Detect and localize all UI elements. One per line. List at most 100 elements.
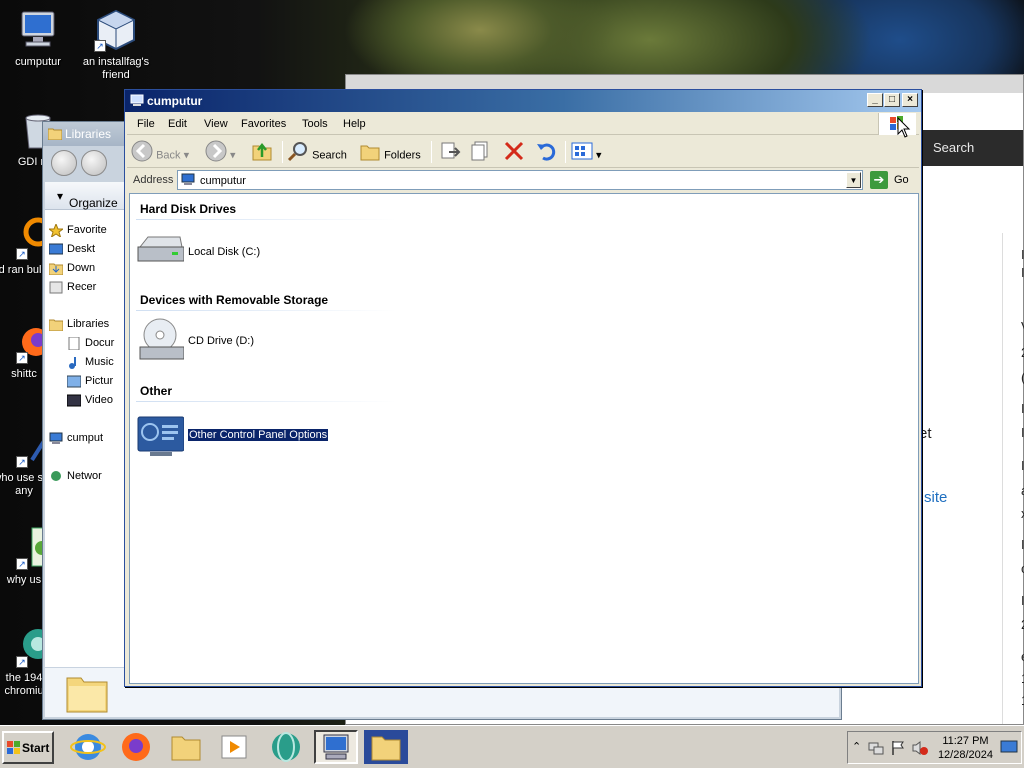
taskbar-internet-explorer[interactable] (66, 730, 110, 764)
explorer-title: cumputur (147, 94, 203, 108)
menu-tools[interactable]: Tools (302, 118, 328, 130)
clock[interactable]: 11:27 PM 12/28/2024 (938, 734, 993, 762)
music-icon (67, 356, 81, 369)
search-button[interactable]: Search (287, 140, 351, 164)
toolbar-separator (282, 141, 283, 163)
drive-local-disk-c[interactable]: Local Disk (C:) (136, 231, 376, 275)
show-hidden-icons-button[interactable]: ⌃ (852, 740, 861, 753)
desktop-icon-computer[interactable]: cumputur (0, 8, 76, 69)
search-label: Search (312, 149, 347, 162)
minimize-button[interactable]: _ (867, 93, 883, 107)
copy-to-icon (469, 140, 491, 171)
copy-to-button[interactable] (469, 140, 493, 164)
browser-partial-link[interactable]: site (924, 489, 947, 506)
delete-button[interactable] (503, 140, 527, 164)
system-tray: ⌃ 11:27 PM 12/28/2024 (847, 731, 1022, 764)
menu-file[interactable]: File (137, 118, 155, 130)
folders-button[interactable]: Folders (359, 140, 425, 164)
control-panel-icon (136, 414, 185, 458)
volume-muted-icon[interactable] (912, 740, 928, 756)
folder-icon (371, 736, 401, 761)
desktop-icon-installfag[interactable]: ↗ an installfag's friend (78, 8, 154, 82)
up-folder-icon (251, 140, 273, 171)
forward-arrow-icon (205, 140, 227, 171)
nav-item-libraries[interactable]: Libraries (48, 318, 109, 332)
nav-item-downloads[interactable]: Down (48, 262, 95, 276)
taskbar-globe[interactable] (264, 730, 308, 764)
folder-icon (48, 128, 62, 140)
up-folder-button[interactable] (251, 140, 277, 164)
nav-item-computer[interactable]: cumput (49, 432, 103, 444)
menu-help[interactable]: Help (343, 118, 366, 130)
toolbar-separator (431, 141, 432, 163)
item-other-control-panel-options[interactable]: Other Control Panel Options (136, 414, 376, 458)
nav-item-desktop[interactable]: Deskt (48, 243, 95, 255)
shortcut-arrow-icon: ↗ (16, 656, 28, 668)
toolbar-separator (565, 141, 566, 163)
nav-item-documents[interactable]: Docur (68, 336, 114, 351)
drive-cd-d[interactable]: CD Drive (D:) (136, 317, 376, 361)
drive-label: Local Disk (C:) (188, 246, 261, 258)
menu-bar: File Edit View Favorites Tools Help (127, 113, 919, 135)
forward-button[interactable]: ▾ (205, 140, 245, 164)
nav-item-network[interactable]: Networ (51, 470, 102, 482)
undo-icon (535, 140, 557, 171)
recent-icon (49, 281, 63, 294)
nav-item-recent[interactable]: Recer (49, 281, 96, 294)
taskbar-explorer-folder[interactable] (164, 730, 208, 764)
menu-view[interactable]: View (204, 118, 228, 130)
shortcut-arrow-icon: ↗ (94, 40, 106, 52)
start-label: Start (22, 741, 50, 755)
group-header-other: Other (140, 384, 173, 398)
libraries-icon (48, 318, 64, 332)
firefox-shortcut-icon: ↗ (2, 320, 50, 364)
maximize-button[interactable]: □ (884, 93, 900, 107)
nav-item-videos[interactable]: Video (66, 394, 113, 407)
folder-icon (66, 677, 108, 713)
undo-button[interactable] (535, 140, 559, 164)
internet-explorer-icon (70, 734, 106, 760)
desktop-icon (48, 243, 64, 256)
drive-label: CD Drive (D:) (188, 335, 254, 347)
organize-label: Organize (69, 196, 118, 210)
address-bar: Address cumputur ▼ ➔ Go (127, 169, 919, 191)
cd-drive-icon (136, 317, 185, 361)
shortcut-arrow-icon: ↗ (16, 248, 28, 260)
nav-item-favorites[interactable]: Favorite (47, 222, 107, 239)
network-icon[interactable] (868, 740, 884, 756)
browser-search-bar[interactable]: Search (921, 130, 1023, 166)
back-button[interactable] (51, 150, 77, 176)
forward-button[interactable] (81, 150, 107, 176)
start-button[interactable]: Start (2, 731, 54, 764)
show-desktop-icon[interactable] (1000, 739, 1018, 755)
nav-item-music[interactable]: Music (69, 356, 114, 369)
taskbar-media-player[interactable] (212, 730, 256, 764)
move-to-icon (439, 140, 461, 171)
taskbar-libraries-window[interactable] (364, 730, 408, 764)
action-center-flag-icon[interactable] (890, 740, 906, 756)
menu-favorites[interactable]: Favorites (241, 118, 286, 130)
group-divider (136, 401, 396, 402)
explorer-window[interactable]: cumputur _ □ × File Edit View Favorites … (124, 89, 922, 687)
group-divider (136, 219, 396, 220)
shortcut-icon: ↗ (2, 216, 53, 260)
back-button[interactable]: Back ▾ (131, 140, 193, 164)
taskbar-cumputur-window[interactable] (314, 730, 358, 764)
explorer-title-bar[interactable]: cumputur _ □ × (125, 90, 921, 112)
menu-edit[interactable]: Edit (168, 118, 187, 130)
computer-icon (130, 94, 144, 107)
group-divider (136, 310, 396, 311)
nav-item-pictures[interactable]: Pictur (66, 375, 113, 388)
address-label: Address (133, 174, 174, 186)
shortcut-arrow-icon: ↗ (16, 558, 28, 570)
globe-icon (272, 732, 300, 762)
close-button[interactable]: × (902, 93, 918, 107)
go-button[interactable]: ➔ Go (868, 170, 916, 190)
address-field[interactable]: cumputur ▼ (177, 170, 863, 190)
views-button[interactable]: ▾ (571, 140, 607, 164)
move-to-button[interactable] (439, 140, 463, 164)
address-dropdown-button[interactable]: ▼ (846, 172, 861, 188)
shortcut-icon: ↗ (2, 424, 48, 468)
taskbar-firefox[interactable] (114, 730, 158, 764)
organize-button[interactable]: Organize ▾ (57, 189, 118, 210)
